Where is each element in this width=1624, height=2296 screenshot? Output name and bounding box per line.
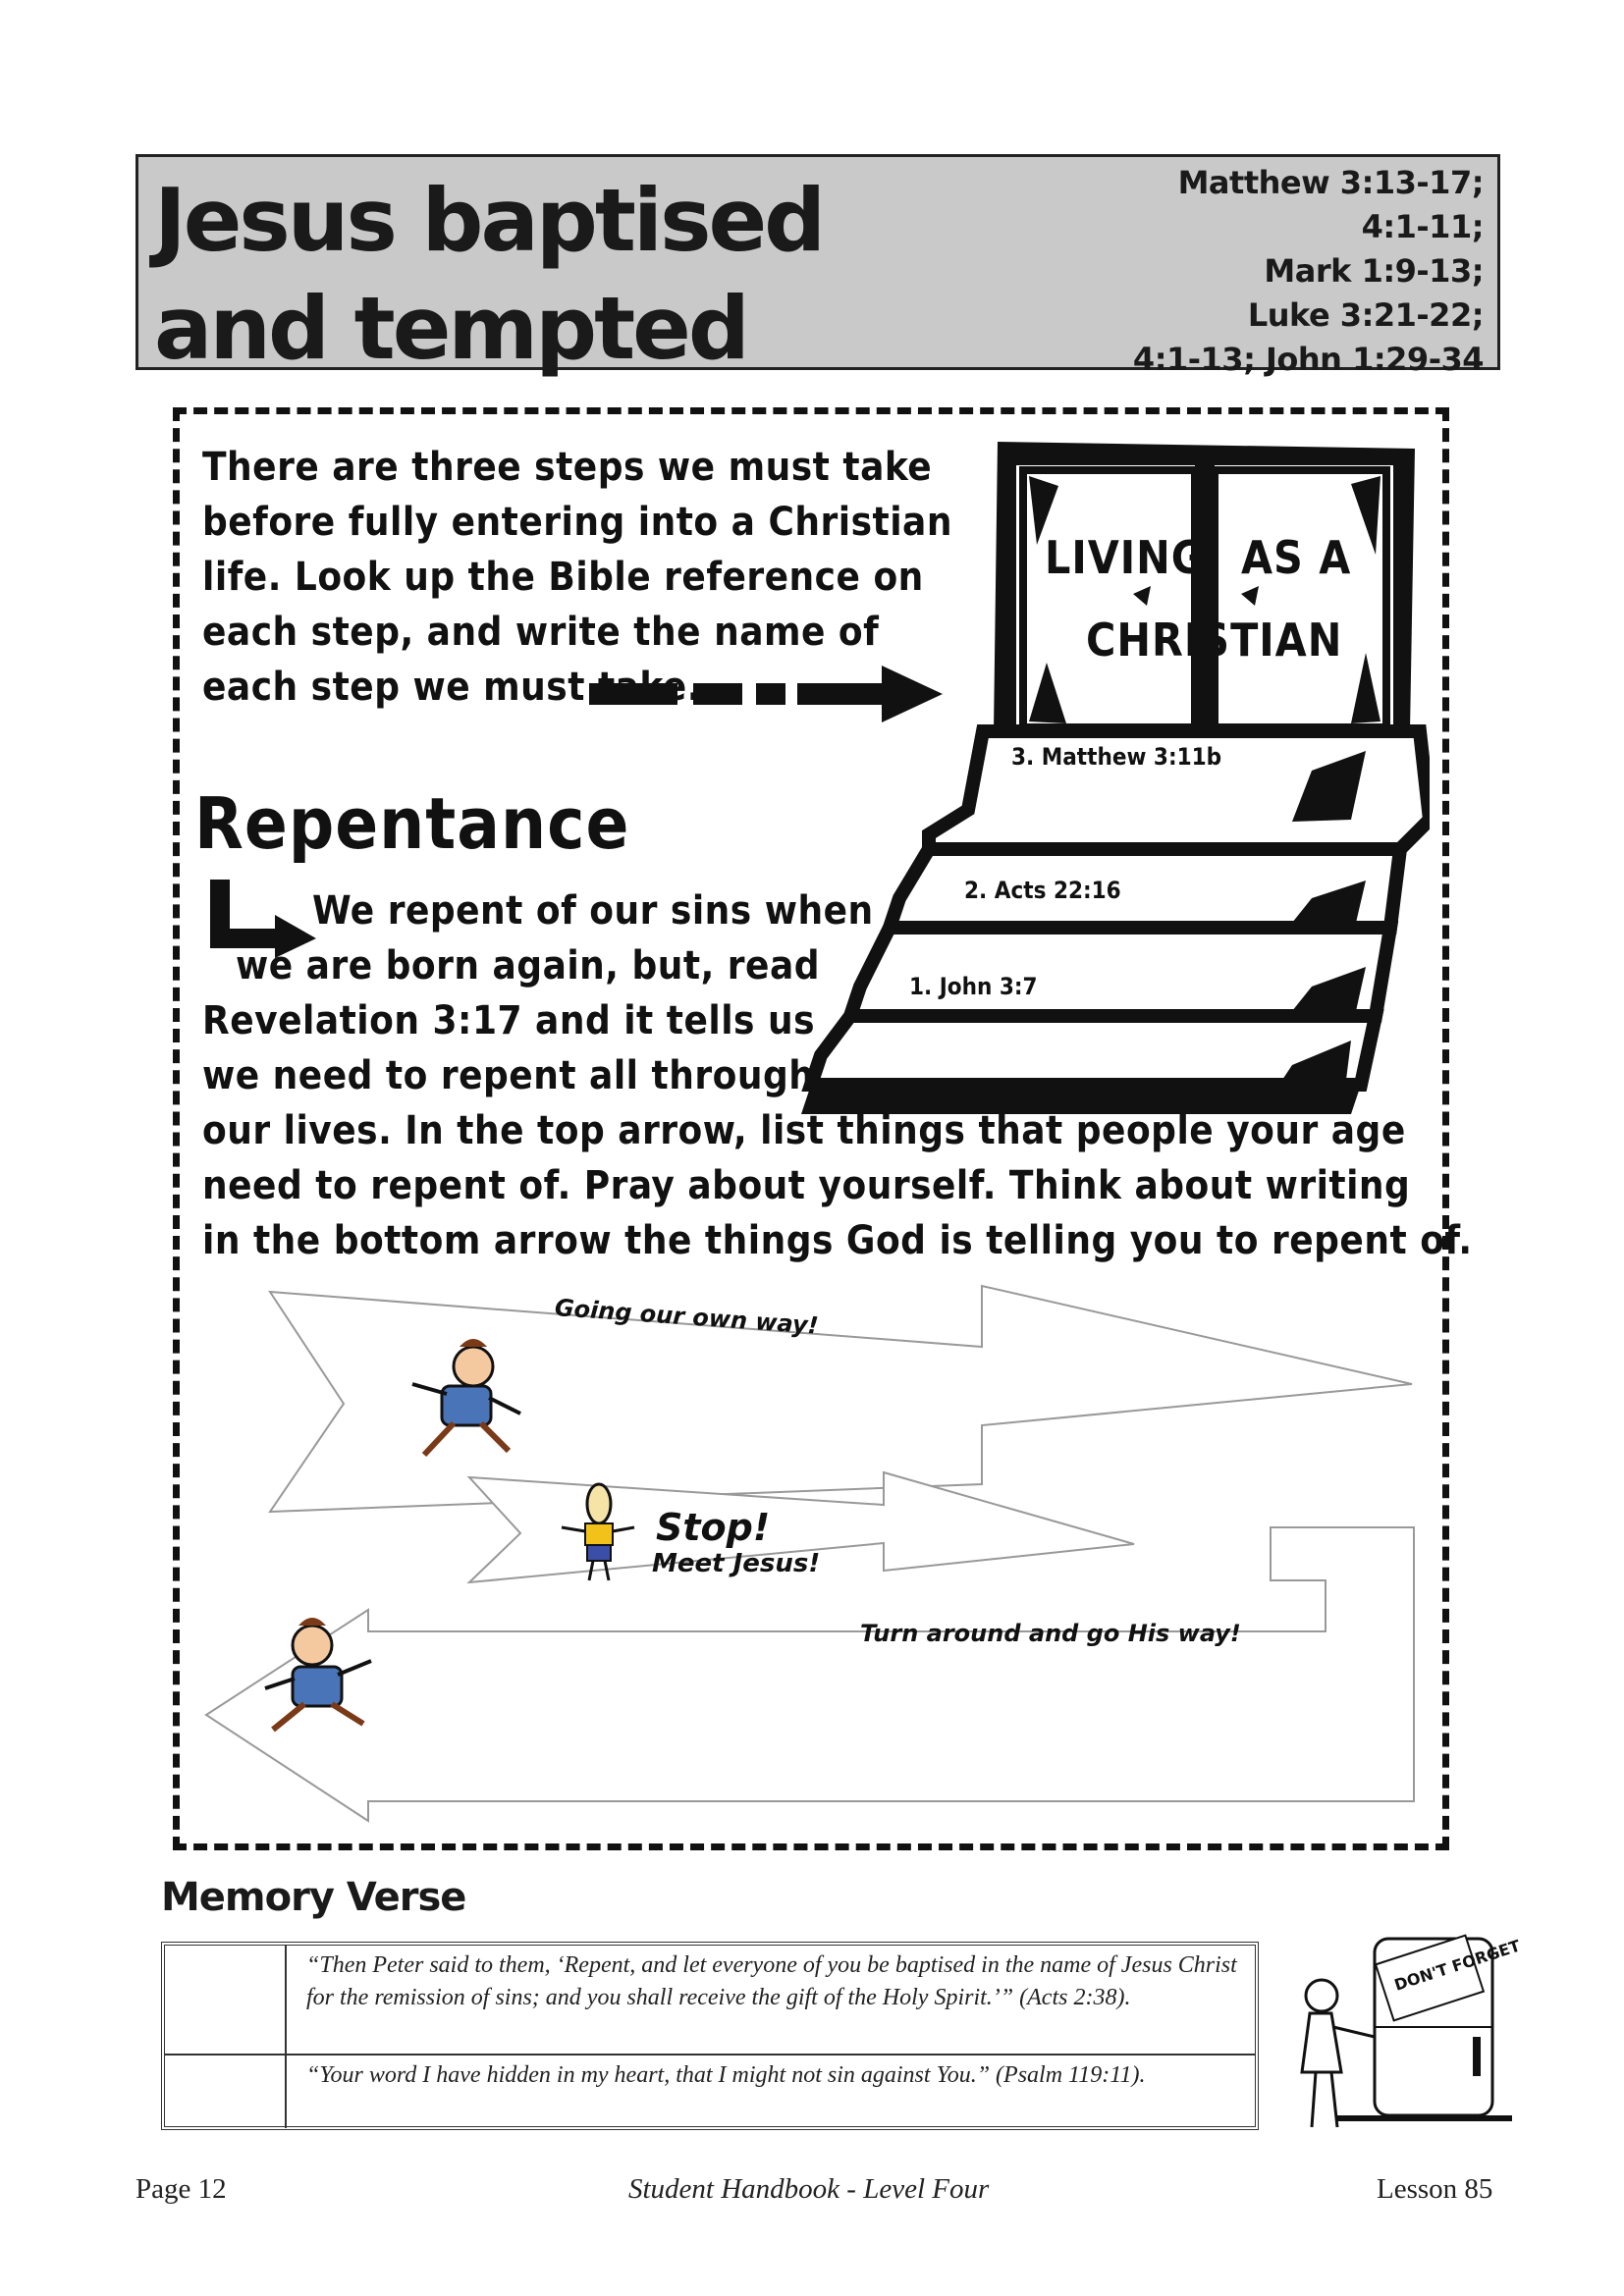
repentance-line: Revelation 3:17 and it tells us — [202, 998, 816, 1043]
reference-line: Mark 1:9-13; — [1264, 252, 1484, 290]
lesson-title: Jesus baptised and tempted — [154, 167, 826, 383]
stop-subtitle: Meet Jesus! — [652, 1549, 821, 1578]
step-3-reference: 3. Matthew 3:11b — [1011, 743, 1222, 771]
door-word-christian: CHRISTIAN — [1086, 614, 1343, 667]
repentance-text: We repent of our sins when we are born a… — [202, 883, 1473, 1268]
repentance-line: we need to repent all through — [202, 1053, 815, 1098]
repentance-line: We repent of our sins when — [312, 888, 874, 934]
door-word-as-a: AS A — [1241, 531, 1352, 584]
footer-lesson-number: Lesson 85 — [1377, 2173, 1493, 2205]
reference-line: 4:1-13; John 1:29-34 — [1132, 341, 1485, 378]
repentance-line: we are born again, but, read — [236, 943, 820, 988]
memory-verse-table: “Then Peter said to them, ‘Repent, and l… — [161, 1942, 1259, 2130]
stop-title: Stop! — [656, 1506, 771, 1549]
arrows-activity: Going our own way! Stop! Meet Jesus! Tur… — [196, 1276, 1434, 1830]
footer-page-number: Page 12 — [135, 2173, 227, 2205]
footer-book-title: Student Handbook - Level Four — [628, 2173, 990, 2205]
repentance-line: need to repent of. Pray about yourself. … — [202, 1163, 1411, 1208]
repentance-line: in the bottom arrow the things God is te… — [202, 1218, 1473, 1263]
repentance-heading: Repentance — [194, 782, 630, 865]
lesson-title-line1: Jesus baptised — [154, 170, 826, 271]
fridge-reminder-icon: DON'T FORGET — [1300, 1934, 1522, 2128]
scripture-references: Matthew 3:13-17; 4:1-11; Mark 1:9-13; Lu… — [1132, 161, 1485, 382]
memory-verse-text: “Your word I have hidden in my heart, th… — [306, 2062, 1146, 2088]
repentance-line: our lives. In the top arrow, list things… — [202, 1108, 1406, 1153]
reference-line: 4:1-11; — [1361, 208, 1485, 245]
memory-verse-heading: Memory Verse — [161, 1875, 466, 1920]
memory-verse-row: “Your word I have hidden in my heart, th… — [165, 2054, 1255, 2128]
verse-checkbox-cell[interactable] — [165, 2056, 287, 2128]
door-word-living: LIVING — [1045, 531, 1206, 584]
memory-verse-row: “Then Peter said to them, ‘Repent, and l… — [165, 1946, 1255, 2054]
reference-line: Luke 3:21-22; — [1247, 296, 1485, 334]
verse-checkbox-cell[interactable] — [165, 1946, 287, 2054]
reference-line: Matthew 3:13-17; — [1177, 164, 1485, 201]
turn-around-caption: Turn around and go His way! — [860, 1620, 1241, 1647]
lesson-title-line2: and tempted — [154, 278, 750, 379]
memory-verse-text: “Then Peter said to them, ‘Repent, and l… — [306, 1952, 1237, 2010]
lesson-header: Jesus baptised and tempted Matthew 3:13-… — [135, 154, 1500, 379]
